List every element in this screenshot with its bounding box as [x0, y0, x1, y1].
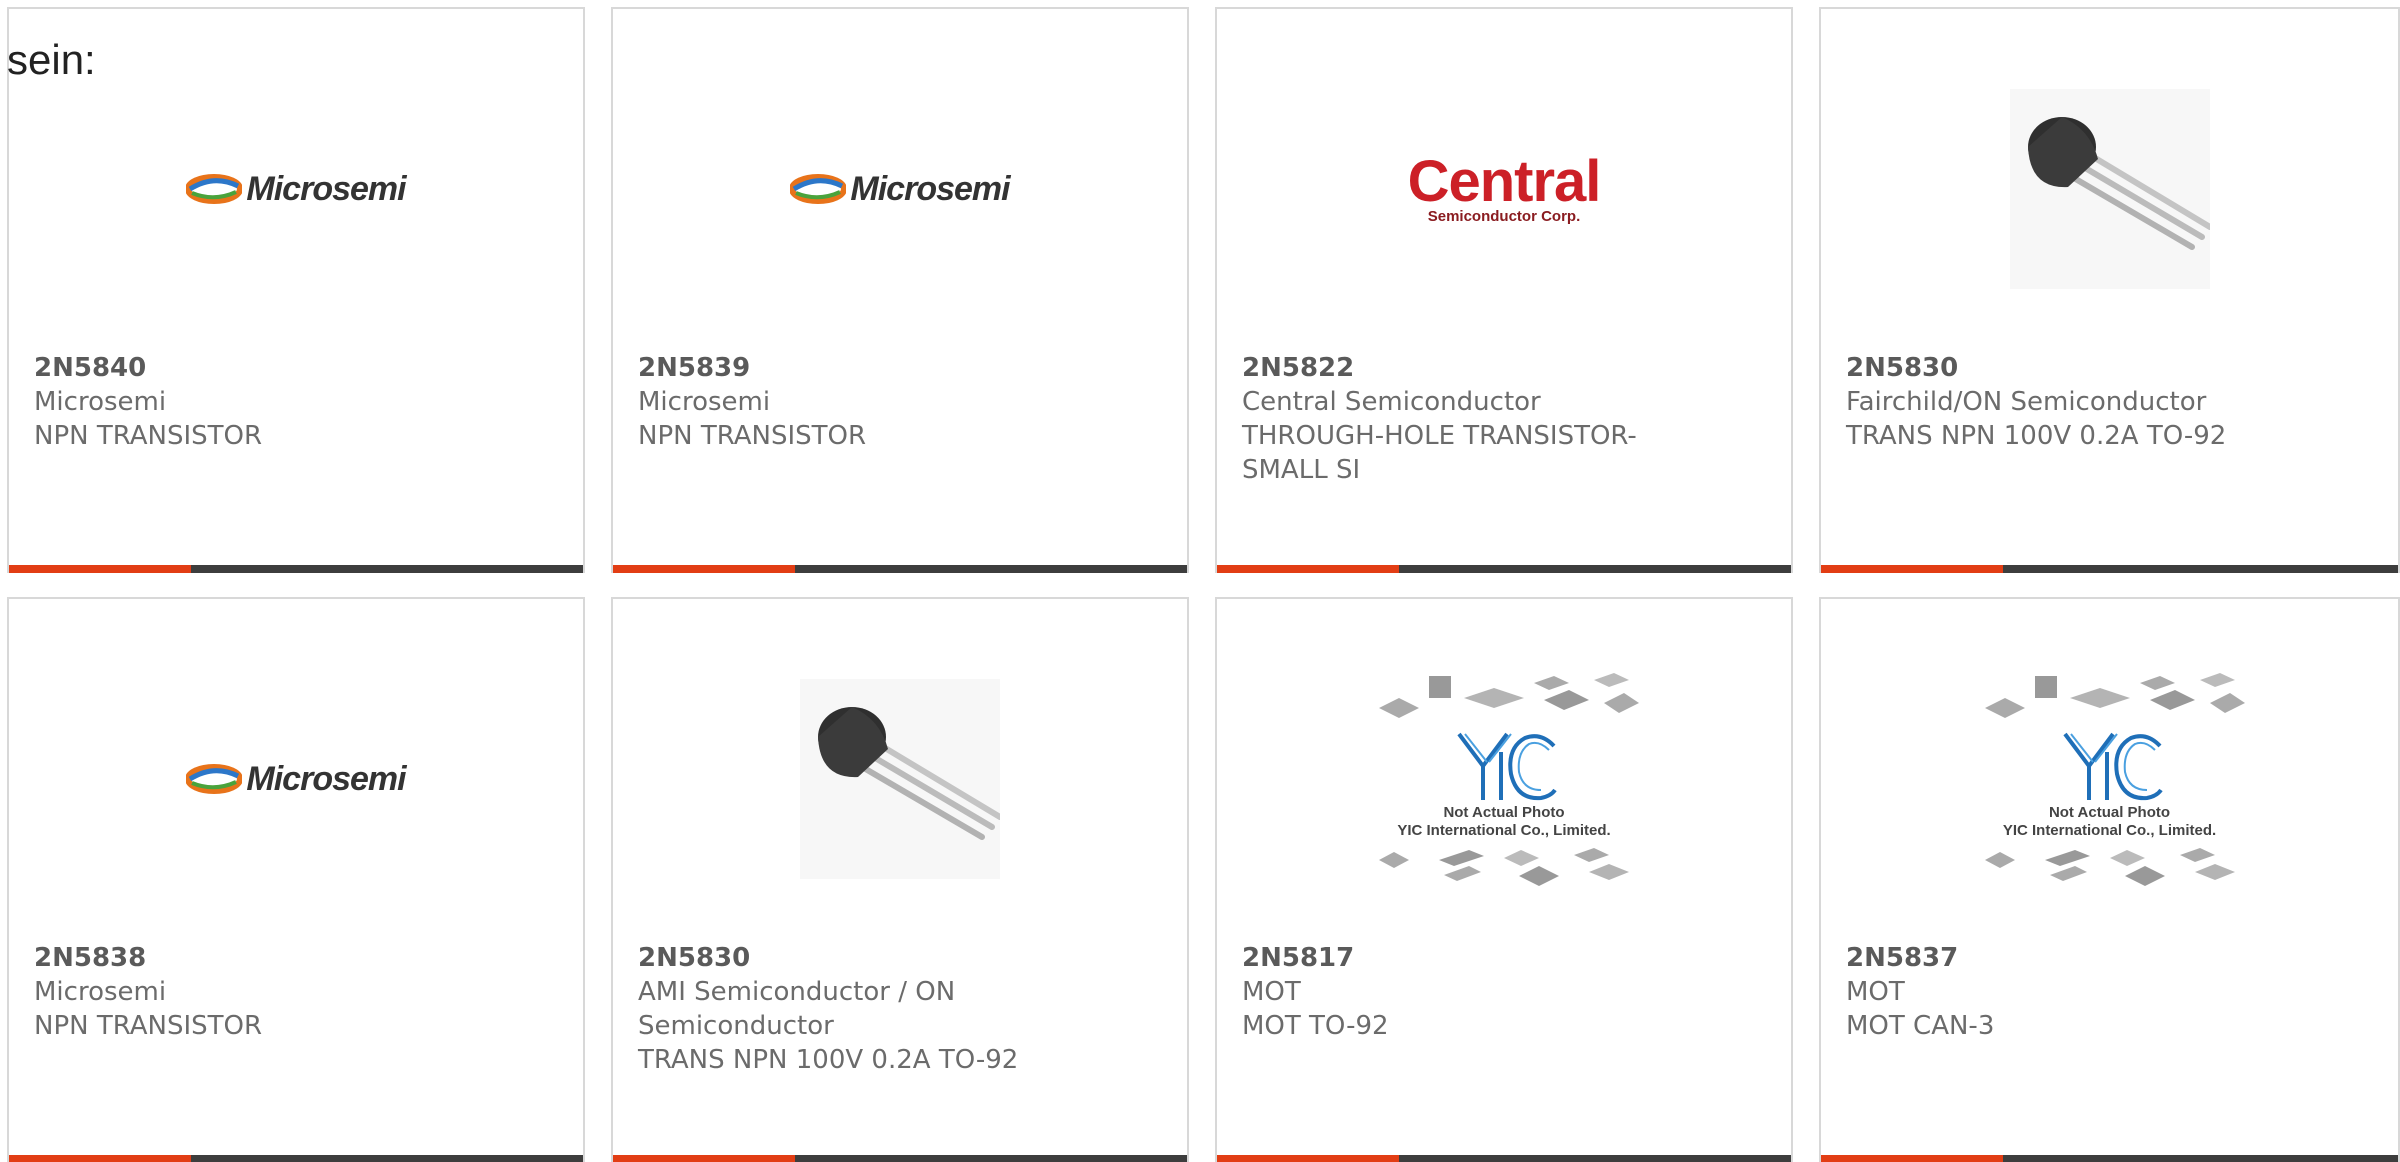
description: TRANS NPN 100V 0.2A TO-92 [1846, 421, 2227, 451]
intro-text: sein: [7, 36, 96, 83]
yic-placeholder-image: Not Actual Photo YIC International Co., … [1975, 668, 2245, 890]
product-card[interactable]: Not Actual Photo YIC International Co., … [1215, 597, 1793, 1162]
part-number[interactable]: 2N5839 [638, 351, 1162, 385]
description: NPN TRANSISTOR [638, 421, 867, 451]
to92-transistor-icon [2009, 89, 2210, 289]
part-number[interactable]: 2N5837 [1846, 941, 2373, 975]
product-image[interactable]: Not Actual Photo YIC International Co., … [1821, 639, 2398, 919]
product-image[interactable]: Microsemi [9, 639, 583, 919]
manufacturer: Fairchild/ON Semiconductor [1846, 387, 2207, 417]
yic-placeholder-image: Not Actual Photo YIC International Co., … [1369, 668, 1639, 890]
product-grid-page: sein: Microsemi 2N5840 Microsemi NPN TRA… [0, 0, 2400, 1162]
part-number[interactable]: 2N5817 [1242, 941, 1766, 975]
part-number[interactable]: 2N5840 [34, 351, 558, 385]
to92-transistor-icon [800, 679, 1000, 879]
microsemi-logo: Microsemi [186, 170, 407, 209]
description: MOT CAN-3 [1846, 1011, 1995, 1041]
product-image[interactable] [613, 639, 1187, 919]
product-image[interactable]: Not Actual Photo YIC International Co., … [1217, 639, 1791, 919]
card-bottom-bar [9, 1155, 583, 1162]
product-image[interactable]: Central Semiconductor Corp. [1217, 49, 1791, 329]
part-number[interactable]: 2N5838 [34, 941, 558, 975]
part-number[interactable]: 2N5822 [1242, 351, 1766, 385]
card-bottom-bar [1821, 1155, 2398, 1162]
description: NPN TRANSISTOR [34, 421, 263, 451]
manufacturer: Central Semiconductor [1242, 387, 1541, 417]
manufacturer: Microsemi [34, 977, 167, 1007]
part-number[interactable]: 2N5830 [638, 941, 1162, 975]
part-number[interactable]: 2N5830 [1846, 351, 2373, 385]
card-bottom-bar [1821, 565, 2398, 573]
product-image[interactable]: Microsemi [613, 49, 1187, 329]
product-card[interactable]: Central Semiconductor Corp. 2N5822 Centr… [1215, 7, 1793, 573]
description: MOT TO-92 [1242, 1011, 1389, 1041]
microsemi-logo: Microsemi [790, 170, 1011, 209]
manufacturer: Microsemi [34, 387, 167, 417]
manufacturer: Microsemi [638, 387, 771, 417]
product-image[interactable] [1821, 49, 2398, 329]
description: NPN TRANSISTOR [34, 1011, 263, 1041]
description: THROUGH-HOLE TRANSISTOR-SMALL SI [1242, 421, 1637, 485]
product-card[interactable]: Not Actual Photo YIC International Co., … [1819, 597, 2400, 1162]
card-bottom-bar [1217, 1155, 1791, 1162]
card-bottom-bar [613, 565, 1187, 573]
product-card[interactable]: 2N5830 Fairchild/ON Semiconductor TRANS … [1819, 7, 2400, 573]
microsemi-logo: Microsemi [186, 760, 407, 799]
description: TRANS NPN 100V 0.2A TO-92 [638, 1045, 1019, 1075]
product-card[interactable]: Microsemi 2N5840 Microsemi NPN TRANSISTO… [7, 7, 585, 573]
product-card[interactable]: Microsemi 2N5838 Microsemi NPN TRANSISTO… [7, 597, 585, 1162]
manufacturer: MOT [1846, 977, 1905, 1007]
card-bottom-bar [9, 565, 583, 573]
card-bottom-bar [613, 1155, 1187, 1162]
manufacturer: MOT [1242, 977, 1301, 1007]
product-image[interactable]: Microsemi [9, 49, 583, 329]
central-logo: Central Semiconductor Corp. [1407, 148, 1602, 225]
card-bottom-bar [1217, 565, 1791, 573]
manufacturer: AMI Semiconductor / ON Semiconductor [638, 977, 956, 1041]
product-card[interactable]: Microsemi 2N5839 Microsemi NPN TRANSISTO… [611, 7, 1189, 573]
product-card[interactable]: 2N5830 AMI Semiconductor / ON Semiconduc… [611, 597, 1189, 1162]
